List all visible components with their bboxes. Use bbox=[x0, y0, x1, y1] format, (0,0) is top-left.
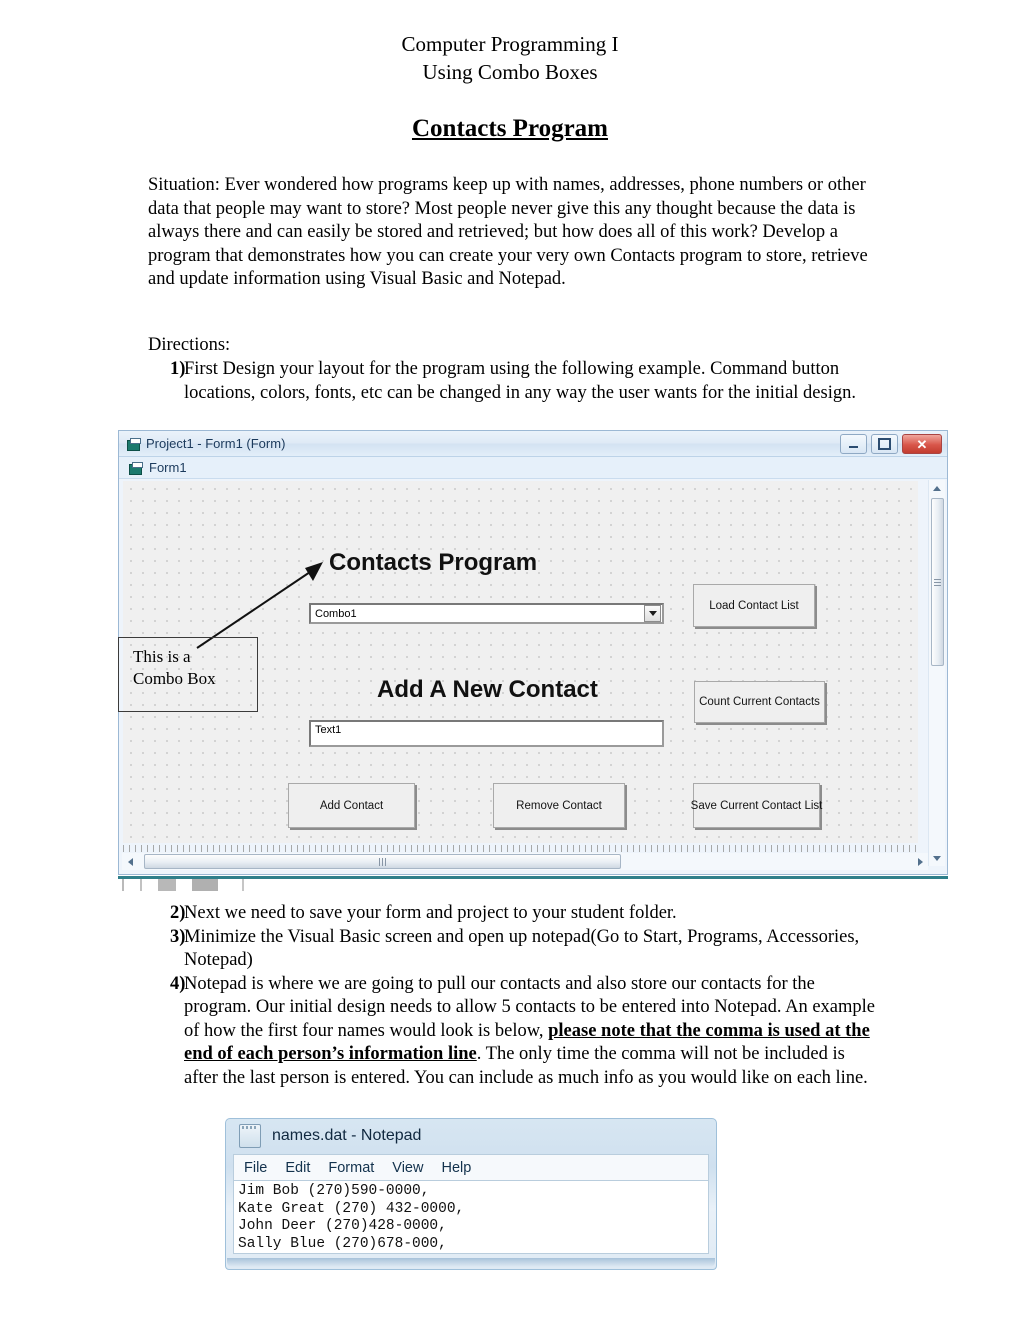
scroll-right-button[interactable] bbox=[912, 857, 928, 866]
grip-icon bbox=[379, 857, 386, 866]
vb-form-tab[interactable]: Form1 bbox=[119, 457, 947, 479]
notepad-icon bbox=[239, 1124, 261, 1148]
contact-text-input-value: Text1 bbox=[315, 724, 342, 736]
list-item: 2) Next we need to save your form and pr… bbox=[148, 902, 878, 926]
menu-item-view[interactable]: View bbox=[392, 1160, 423, 1176]
triangle-left-icon bbox=[127, 857, 133, 866]
horizontal-scrollbar-track[interactable] bbox=[138, 854, 912, 869]
remove-contact-button[interactable]: Remove Contact bbox=[493, 783, 625, 828]
list-item-number: 2) bbox=[170, 903, 186, 923]
minimize-button[interactable] bbox=[840, 434, 867, 454]
combo-dropdown-button[interactable] bbox=[644, 605, 661, 622]
add-contact-button[interactable]: Add Contact bbox=[288, 783, 415, 828]
scroll-down-button[interactable] bbox=[929, 850, 945, 866]
situation-paragraph: Situation: Ever wondered how programs ke… bbox=[148, 175, 868, 289]
scroll-left-button[interactable] bbox=[122, 857, 138, 866]
list-item-number: 1) bbox=[170, 359, 186, 379]
list-item: 4) Notepad is where we are going to pull… bbox=[148, 973, 878, 1091]
page-title: Contacts Program bbox=[0, 115, 1020, 143]
list-item-number: 4) bbox=[170, 973, 186, 994]
directions-list-part2: 2) Next we need to save your form and pr… bbox=[148, 902, 878, 1090]
vb-form-tab-icon bbox=[129, 461, 143, 475]
page-title-text: Contacts Program bbox=[411, 115, 609, 142]
menu-item-file[interactable]: File bbox=[244, 1160, 267, 1176]
close-icon: ✕ bbox=[916, 436, 928, 452]
combo-box-annotation: This is a Combo Box bbox=[118, 637, 258, 712]
list-item-number: 3) bbox=[170, 926, 186, 947]
header-line-2: Using Combo Boxes bbox=[422, 60, 598, 84]
chevron-down-icon bbox=[648, 611, 657, 616]
list-item-text-rich: Notepad is where we are going to pull ou… bbox=[184, 973, 878, 1091]
close-button[interactable]: ✕ bbox=[902, 434, 942, 454]
form-heading-contacts: Contacts Program bbox=[329, 549, 538, 576]
desktop-fragment bbox=[122, 879, 462, 891]
list-item-text: First Design your layout for the program… bbox=[184, 359, 856, 403]
menu-item-edit[interactable]: Edit bbox=[285, 1160, 310, 1176]
notepad-titlebar[interactable]: names.dat - Notepad bbox=[225, 1118, 717, 1154]
triangle-right-icon bbox=[917, 857, 923, 866]
scroll-up-button[interactable] bbox=[929, 480, 945, 496]
maximize-button[interactable] bbox=[871, 434, 898, 454]
notepad-menubar[interactable]: File Edit Format View Help bbox=[233, 1154, 709, 1180]
menu-item-help[interactable]: Help bbox=[441, 1160, 471, 1176]
maximize-icon bbox=[878, 438, 891, 450]
notepad-window[interactable]: names.dat - Notepad File Edit Format Vie… bbox=[225, 1118, 717, 1270]
vb-window-title: Project1 - Form1 (Form) bbox=[146, 436, 286, 451]
triangle-down-icon bbox=[933, 855, 941, 861]
menu-item-format[interactable]: Format bbox=[328, 1160, 374, 1176]
vb-form-tab-label: Form1 bbox=[149, 460, 187, 475]
vertical-scrollbar-thumb[interactable] bbox=[931, 498, 944, 666]
window-controls[interactable]: ✕ bbox=[840, 434, 942, 454]
combo-box-control[interactable]: Combo1 bbox=[309, 603, 664, 624]
horizontal-scrollbar-thumb[interactable] bbox=[144, 854, 621, 869]
vb-form-icon bbox=[127, 437, 141, 451]
minimize-icon bbox=[849, 445, 858, 448]
list-item: 1) First Design your layout for the prog… bbox=[148, 358, 878, 405]
list-item: 3) Minimize the Visual Basic screen and … bbox=[148, 926, 878, 973]
save-current-contact-list-button[interactable]: Save Current Contact List bbox=[691, 783, 822, 828]
notepad-window-title: names.dat - Notepad bbox=[272, 1127, 422, 1144]
load-contact-list-button[interactable]: Load Contact List bbox=[693, 584, 815, 627]
form-heading-add-contact: Add A New Contact bbox=[377, 676, 598, 703]
notepad-text-area[interactable]: Jim Bob (270)590-0000, Kate Great (270) … bbox=[233, 1180, 709, 1254]
notepad-window-shadow bbox=[227, 1258, 715, 1267]
vertical-scrollbar[interactable] bbox=[928, 480, 945, 866]
annotation-line-1: This is a bbox=[133, 647, 191, 666]
list-item-text: Next we need to save your form and proje… bbox=[184, 903, 677, 923]
contact-text-input[interactable]: Text1 bbox=[309, 720, 664, 747]
annotation-line-2: Combo Box bbox=[133, 669, 216, 688]
directions-list-part1: 1) First Design your layout for the prog… bbox=[148, 358, 878, 405]
horizontal-scrollbar[interactable] bbox=[122, 853, 928, 870]
grip-icon bbox=[934, 578, 941, 586]
designer-ruler bbox=[123, 845, 918, 852]
header-line-1: Computer Programming I bbox=[401, 32, 619, 56]
document-header: Computer Programming I Using Combo Boxes bbox=[0, 30, 1020, 86]
directions-label: Directions: bbox=[148, 335, 231, 355]
count-current-contacts-button[interactable]: Count Current Contacts bbox=[694, 681, 825, 723]
vb-titlebar[interactable]: Project1 - Form1 (Form) ✕ bbox=[119, 431, 947, 457]
list-item-text: Minimize the Visual Basic screen and ope… bbox=[184, 926, 860, 971]
triangle-up-icon bbox=[933, 485, 941, 491]
combo-box-value: Combo1 bbox=[315, 607, 357, 620]
